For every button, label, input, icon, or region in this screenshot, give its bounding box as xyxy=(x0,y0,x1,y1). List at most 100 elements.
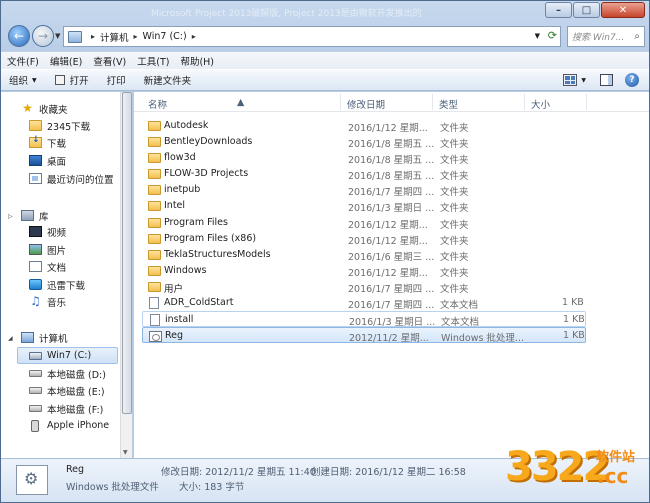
menu-file[interactable]: 文件(F) xyxy=(7,54,39,68)
table-row[interactable]: ADR_ColdStart 2016/1/7 星期四 ... 文本文档 1 KB xyxy=(142,295,586,311)
column-date[interactable]: 修改日期 xyxy=(347,97,385,111)
chevron-right-icon[interactable]: ▸ xyxy=(192,32,196,41)
column-divider[interactable] xyxy=(586,94,587,110)
folder-icon xyxy=(148,121,161,131)
collapse-icon[interactable]: ◢ xyxy=(8,335,13,342)
chevron-right-icon[interactable]: ▸ xyxy=(91,32,95,41)
nav-item-e-drive[interactable]: 本地磁盘 (E:) xyxy=(29,382,105,399)
change-view-icon[interactable] xyxy=(563,74,578,86)
close-button[interactable]: ✕ xyxy=(601,2,645,18)
table-row[interactable]: Program Files (x86) 2016/1/12 星期... 文件夹 xyxy=(142,231,586,247)
column-divider[interactable] xyxy=(432,94,433,110)
pictures-icon xyxy=(29,244,42,255)
new-folder-button[interactable]: 新建文件夹 xyxy=(144,73,192,87)
disk-drive-icon xyxy=(29,370,42,377)
nav-libraries[interactable]: 库 xyxy=(21,207,49,224)
back-button[interactable]: ← xyxy=(8,25,30,47)
table-row[interactable]: TeklaStructuresModels 2016/1/6 星期三 ... 文… xyxy=(142,247,586,263)
nav-item-label: 本地磁盘 (F:) xyxy=(47,404,104,416)
file-name: Program Files xyxy=(164,217,228,228)
table-row[interactable]: flow3d 2016/1/8 星期五 ... 文件夹 xyxy=(142,150,586,166)
nav-item-iphone[interactable]: Apple iPhone xyxy=(29,417,109,434)
nav-item-xunlei[interactable]: 迅雷下载 xyxy=(29,276,85,293)
help-icon[interactable]: ? xyxy=(625,73,639,87)
file-size: 1 KB xyxy=(562,297,584,308)
nav-item-pictures[interactable]: 图片 xyxy=(29,241,66,258)
site-watermark-logo: 3322 软件站 .cc xyxy=(493,438,643,498)
file-type: 文件夹 xyxy=(440,171,469,182)
forward-button[interactable]: → xyxy=(32,25,54,47)
table-row[interactable]: Intel 2016/1/3 星期日 ... 文件夹 xyxy=(142,198,586,214)
file-name: Reg xyxy=(165,330,184,341)
file-type: 文件夹 xyxy=(440,284,469,295)
nav-item-desktop[interactable]: 桌面 xyxy=(29,152,66,169)
open-icon xyxy=(54,75,65,85)
menu-edit[interactable]: 编辑(E) xyxy=(50,54,82,68)
view-options-dropdown[interactable]: ▼ xyxy=(581,77,586,84)
address-dropdown-icon[interactable]: ▼ xyxy=(535,32,540,40)
file-name: TeklaStructuresModels xyxy=(164,249,271,260)
table-row[interactable]: inetpub 2016/1/7 星期四 ... 文件夹 xyxy=(142,182,586,198)
table-row[interactable]: 用户 2016/1/7 星期四 ... 文件夹 xyxy=(142,279,586,295)
nav-item-2345[interactable]: 2345下载 xyxy=(29,117,90,134)
maximize-button[interactable]: □ xyxy=(573,2,600,18)
table-row[interactable]: FLOW-3D Projects 2016/1/8 星期五 ... 文件夹 xyxy=(142,166,586,182)
folder-icon xyxy=(148,218,161,228)
search-input[interactable]: 搜索 Win7... ⌕ xyxy=(567,26,645,47)
table-row[interactable]: Windows 2016/1/12 星期... 文件夹 xyxy=(142,263,586,279)
computer-icon xyxy=(21,332,34,343)
table-row-selected[interactable]: Reg 2012/11/2 星期... Windows 批处理... 1 KB xyxy=(142,327,586,344)
address-bar[interactable]: ▸ 计算机 ▸ Win7 (C:) ▸ ▼ ⟳ xyxy=(63,26,561,47)
nav-item-label: 桌面 xyxy=(47,156,67,168)
open-button[interactable]: 打开 xyxy=(54,73,89,87)
nav-item-f-drive[interactable]: 本地磁盘 (F:) xyxy=(29,400,103,417)
column-divider[interactable] xyxy=(524,94,525,110)
desktop-icon xyxy=(29,155,42,166)
column-type[interactable]: 类型 xyxy=(439,97,458,111)
chevron-right-icon[interactable]: ▸ xyxy=(134,32,138,41)
nav-scrollbar-thumb[interactable] xyxy=(122,92,132,414)
column-size[interactable]: 大小 xyxy=(531,97,550,111)
folder-icon xyxy=(148,169,161,179)
menu-view[interactable]: 查看(V) xyxy=(93,54,126,68)
nav-favorites[interactable]: ★ 收藏夹 xyxy=(21,100,67,117)
expand-icon[interactable]: ▷ xyxy=(8,213,13,220)
recent-pages-dropdown[interactable]: ▼ xyxy=(55,32,60,40)
breadcrumb-computer[interactable]: 计算机 xyxy=(100,30,129,44)
nav-item-label: 图片 xyxy=(47,245,67,257)
scroll-down-icon[interactable]: ▼ xyxy=(123,449,128,456)
refresh-icon[interactable]: ⟳ xyxy=(548,29,557,42)
nav-item-c-drive[interactable]: Win7 (C:) xyxy=(17,347,118,364)
table-row[interactable]: Program Files 2016/1/12 星期... 文件夹 xyxy=(142,215,586,231)
nav-item-documents[interactable]: 文档 xyxy=(29,258,66,275)
menu-tools[interactable]: 工具(T) xyxy=(137,54,169,68)
nav-item-music[interactable]: ♫ 音乐 xyxy=(29,293,66,310)
file-date: 2016/1/8 星期五 ... xyxy=(348,155,435,166)
minimize-button[interactable]: – xyxy=(545,2,572,18)
star-icon: ★ xyxy=(22,101,33,115)
table-row[interactable]: install 2016/1/3 星期日 ... 文本文档 1 KB xyxy=(142,311,586,328)
nav-item-downloads[interactable]: 下载 xyxy=(29,134,66,151)
column-name[interactable]: 名称 xyxy=(148,97,167,111)
preview-pane-icon[interactable] xyxy=(600,74,613,86)
menu-help[interactable]: 帮助(H) xyxy=(180,54,214,68)
column-divider[interactable] xyxy=(340,94,341,110)
documents-icon xyxy=(29,261,42,272)
table-row[interactable]: BentleyDownloads 2016/1/8 星期五 ... 文件夹 xyxy=(142,134,586,150)
breadcrumb-drive[interactable]: Win7 (C:) xyxy=(143,31,187,42)
nav-item-d-drive[interactable]: 本地磁盘 (D:) xyxy=(29,365,106,382)
nav-item-videos[interactable]: 视频 xyxy=(29,223,66,240)
nav-item-label: Apple iPhone xyxy=(47,420,110,431)
nav-computer-label: 计算机 xyxy=(39,333,68,345)
nav-scrollbar[interactable]: ▼ xyxy=(120,92,132,458)
nav-computer[interactable]: 计算机 xyxy=(21,329,68,346)
organize-button[interactable]: 组织 ▼ xyxy=(9,73,37,87)
sort-ascending-icon: ▲ xyxy=(237,97,245,108)
view-controls: ▼ ? xyxy=(563,73,639,87)
batch-file-icon xyxy=(16,465,48,495)
details-modified: 修改日期: 2012/11/2 星期五 11:40 xyxy=(161,467,316,478)
nav-item-recent[interactable]: 最近访问的位置 xyxy=(29,170,114,187)
table-row[interactable]: Autodesk 2016/1/12 星期... 文件夹 xyxy=(142,118,586,134)
print-button[interactable]: 打印 xyxy=(107,73,126,87)
file-type: 文件夹 xyxy=(440,252,469,263)
